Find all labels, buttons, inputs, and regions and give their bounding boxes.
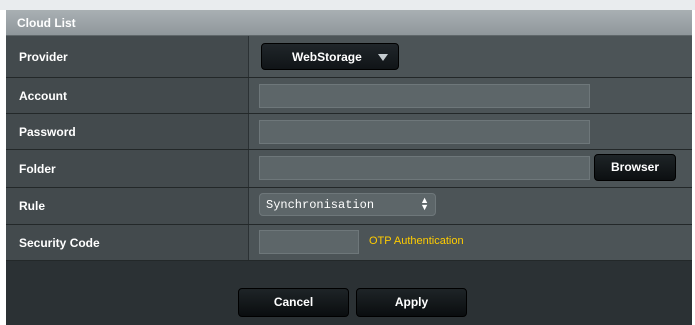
rule-select[interactable]: Synchronisation ▲ ▼ (259, 193, 436, 216)
browse-button[interactable]: Browser (594, 154, 676, 181)
settings-table: Provider WebStorage Account Password Fol… (6, 36, 692, 261)
folder-input[interactable] (259, 156, 590, 180)
rule-label: Rule (19, 199, 46, 213)
rule-select-value: Synchronisation (266, 198, 375, 212)
cloud-list-panel: Cloud List Provider WebStorage Account P… (6, 10, 692, 325)
panel-title: Cloud List (17, 16, 76, 30)
select-arrows-icon: ▲ ▼ (420, 195, 429, 212)
security-code-input[interactable] (259, 230, 359, 254)
rule-row: Rule Synchronisation ▲ ▼ (6, 188, 692, 225)
provider-dropdown[interactable]: WebStorage (261, 43, 399, 70)
folder-row: Folder Browser (6, 150, 692, 188)
apply-button[interactable]: Apply (356, 288, 467, 317)
otp-authentication-hint: OTP Authentication (369, 235, 464, 247)
chevron-down-icon (378, 54, 388, 61)
window-top-strip (0, 0, 695, 10)
button-bar: Cancel Apply (6, 281, 692, 325)
cancel-button[interactable]: Cancel (238, 288, 349, 317)
provider-dropdown-value: WebStorage (292, 50, 362, 64)
account-row: Account (6, 78, 692, 114)
account-input[interactable] (259, 84, 590, 108)
password-label: Password (19, 124, 76, 139)
panel-header: Cloud List (6, 10, 692, 36)
provider-row: Provider WebStorage (6, 36, 692, 78)
password-input[interactable] (259, 120, 590, 144)
provider-label: Provider (19, 49, 68, 64)
security-code-label: Security Code (19, 235, 100, 250)
account-label: Account (19, 88, 67, 103)
security-code-row: Security Code OTP Authentication (6, 225, 692, 261)
password-row: Password (6, 114, 692, 150)
folder-label: Folder (19, 161, 56, 176)
